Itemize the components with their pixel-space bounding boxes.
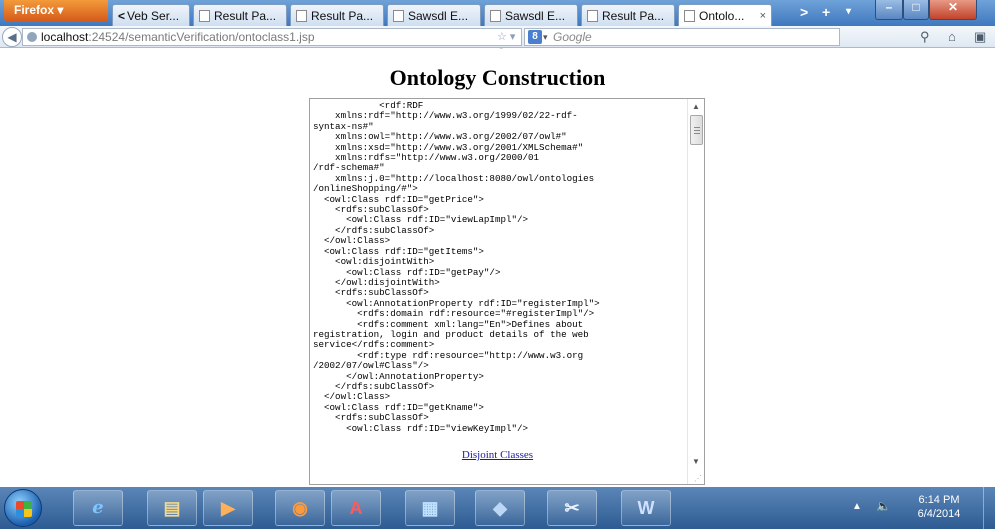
textarea-scrollbar[interactable]: ▲ ▼	[687, 99, 704, 484]
volume-icon[interactable]: 🔈	[876, 499, 891, 513]
tab-2[interactable]: Result Pa...	[193, 4, 287, 26]
google-icon[interactable]: 8	[528, 30, 542, 44]
page-title: Ontology Construction	[389, 65, 606, 90]
page-icon	[296, 9, 307, 22]
firefox-menu-button[interactable]: Firefox ▾	[4, 0, 108, 22]
tab-list-button[interactable]: ▾	[846, 6, 851, 17]
snipping-tool-icon[interactable]: ✂	[547, 490, 597, 526]
minimize-button[interactable]: –	[875, 0, 903, 20]
url-bar[interactable]: localhost:24524/semanticVerification/ont…	[22, 28, 522, 59]
clock-time: 6:14 PM	[918, 494, 960, 506]
tab-4[interactable]: Sawsdl E...	[387, 4, 481, 26]
resize-grip-icon[interactable]: ⋰	[694, 474, 702, 483]
windows-logo-icon-lower	[16, 509, 32, 517]
tab-label: Result Pa...	[214, 8, 277, 23]
tab-scroll-right-icon[interactable]: >	[800, 4, 808, 20]
bookmarks-icon[interactable]: ▣	[974, 29, 986, 45]
internet-explorer-icon[interactable]: e	[73, 490, 123, 526]
ontology-xml-text[interactable]: <rdf:RDF xmlns:rdf="http://www.w3.org/19…	[313, 101, 685, 482]
page-content: Ontology Construction <rdf:RDF xmlns:rdf…	[0, 49, 995, 487]
tab-1[interactable]: < Veb Ser...	[112, 4, 190, 26]
file-explorer-icon[interactable]: ▤	[147, 490, 197, 526]
navigation-bar: ◀ localhost:24524/semanticVerification/o…	[0, 26, 995, 59]
word-icon[interactable]: W	[621, 490, 671, 526]
media-player-icon[interactable]: ▶	[203, 490, 253, 526]
firefox-taskbar-icon[interactable]: ◉	[275, 490, 325, 526]
search-input[interactable]: 8 ▾ Google	[524, 28, 840, 46]
clock-date: 6/4/2014	[917, 508, 961, 520]
home-icon[interactable]: ⌂	[948, 29, 956, 44]
control-panel-icon[interactable]: ▦	[405, 490, 455, 526]
tab-active-ontology[interactable]: Ontolo... ×	[678, 4, 772, 26]
scrollbar-thumb[interactable]	[690, 115, 703, 145]
page-icon	[587, 9, 598, 22]
tab-5[interactable]: Sawsdl E...	[484, 4, 578, 26]
page-icon	[490, 9, 501, 22]
maximize-button[interactable]: □	[903, 0, 929, 20]
tab-3[interactable]: Result Pa...	[290, 4, 384, 26]
show-desktop-button[interactable]	[983, 487, 995, 529]
windows-taskbar: e ▤ ▶ ◉ A ▦ ◆ ✂ W ▲ 🔈 6:14 PM 6/4/2014	[0, 487, 995, 529]
url-path: :24524/semanticVerification/ontoclass1.j…	[88, 30, 315, 44]
tab-label: Ontolo...	[699, 8, 745, 23]
tab-label: Sawsdl E...	[408, 8, 469, 23]
page-icon	[684, 9, 695, 22]
close-window-button[interactable]: ✕	[929, 0, 977, 20]
tab-label: Sawsdl E...	[505, 8, 566, 23]
tab-label: Result Pa...	[602, 8, 665, 23]
search-engine-dropdown-icon[interactable]: ▾	[543, 29, 548, 45]
search-icon[interactable]: ⚲	[920, 29, 930, 45]
scroll-up-icon[interactable]: ▲	[692, 102, 700, 111]
start-button[interactable]	[4, 489, 42, 527]
tab-6[interactable]: Result Pa...	[581, 4, 675, 26]
grip-icon	[694, 127, 700, 128]
globe-icon	[27, 32, 37, 42]
system-clock[interactable]: 6:14 PM 6/4/2014	[904, 493, 974, 521]
ontology-textarea[interactable]: <rdf:RDF xmlns:rdf="http://www.w3.org/19…	[309, 98, 705, 485]
disjoint-classes-link[interactable]: Disjoint Classes	[0, 449, 995, 461]
back-arrow-icon: ◀	[7, 30, 17, 44]
acrobat-icon[interactable]: A	[331, 490, 381, 526]
browser-titlebar: Firefox ▾ < Veb Ser... Result Pa... Resu…	[0, 0, 995, 26]
back-button[interactable]: ◀	[2, 27, 22, 47]
page-icon	[393, 9, 404, 22]
tab-close-icon[interactable]: ×	[760, 10, 766, 22]
new-tab-button[interactable]: +	[822, 4, 830, 20]
url-host: localhost	[41, 30, 89, 44]
virtualbox-icon[interactable]: ◆	[475, 490, 525, 526]
search-placeholder: Google	[553, 30, 592, 44]
show-hidden-icons-icon[interactable]: ▲	[852, 501, 862, 512]
tab-label: Result Pa...	[311, 8, 374, 23]
page-icon	[199, 9, 210, 22]
tab-label: Veb Ser...	[127, 8, 180, 23]
tab-strip: < Veb Ser... Result Pa... Result Pa... S…	[112, 4, 775, 26]
tab-scroll-left-icon[interactable]: <	[118, 9, 125, 23]
